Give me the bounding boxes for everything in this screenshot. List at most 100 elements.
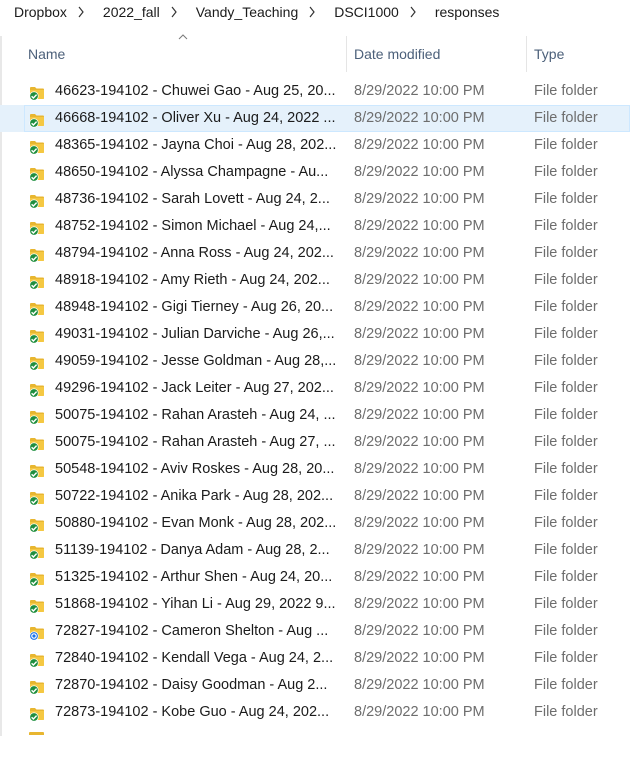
- chevron-right-icon[interactable]: [73, 6, 89, 18]
- file-date-modified: 8/29/2022 10:00 PM: [354, 515, 485, 531]
- file-name[interactable]: 51325-194102 - Arthur Shen - Aug 24, 20.…: [55, 569, 339, 585]
- file-row[interactable]: 48365-194102 - Jayna Choi - Aug 28, 202.…: [0, 132, 630, 159]
- file-type: File folder: [534, 704, 598, 720]
- file-type: File folder: [534, 569, 598, 585]
- file-type: File folder: [534, 83, 598, 99]
- file-date-modified: 8/29/2022 10:00 PM: [354, 353, 485, 369]
- file-name[interactable]: 50075-194102 - Rahan Arasteh - Aug 27, .…: [55, 434, 339, 450]
- folder-icon: [28, 219, 45, 236]
- folder-icon: [28, 273, 45, 290]
- file-row[interactable]: 48752-194102 - Simon Michael - Aug 24,..…: [0, 213, 630, 240]
- file-row[interactable]: 48736-194102 - Sarah Lovett - Aug 24, 2.…: [0, 186, 630, 213]
- file-date-modified: 8/29/2022 10:00 PM: [354, 569, 485, 585]
- file-row[interactable]: 50075-194102 - Rahan Arasteh - Aug 24, .…: [0, 402, 630, 429]
- file-name[interactable]: 48736-194102 - Sarah Lovett - Aug 24, 2.…: [55, 191, 339, 207]
- file-date-modified: 8/29/2022 10:00 PM: [354, 596, 485, 612]
- file-name[interactable]: 49296-194102 - Jack Leiter - Aug 27, 202…: [55, 380, 339, 396]
- file-name[interactable]: 48752-194102 - Simon Michael - Aug 24,..…: [55, 218, 339, 234]
- file-type: File folder: [534, 380, 598, 396]
- file-row[interactable]: 72840-194102 - Kendall Vega - Aug 24, 2.…: [0, 645, 630, 672]
- file-type: File folder: [534, 218, 598, 234]
- file-type: File folder: [534, 488, 598, 504]
- file-name[interactable]: 49031-194102 - Julian Darviche - Aug 26,…: [55, 326, 339, 342]
- file-row[interactable]: 49296-194102 - Jack Leiter - Aug 27, 202…: [0, 375, 630, 402]
- folder-icon: [28, 624, 45, 641]
- file-name[interactable]: 46623-194102 - Chuwei Gao - Aug 25, 20..…: [55, 83, 339, 99]
- file-name[interactable]: 51868-194102 - Yihan Li - Aug 29, 2022 9…: [55, 596, 339, 612]
- file-name[interactable]: 50548-194102 - Aviv Roskes - Aug 28, 20.…: [55, 461, 339, 477]
- file-row[interactable]: 48650-194102 - Alyssa Champagne - Au... 8…: [0, 159, 630, 186]
- folder-icon: [28, 462, 45, 479]
- folder-icon: [28, 138, 45, 155]
- file-type: File folder: [534, 515, 598, 531]
- file-name[interactable]: 51139-194102 - Danya Adam - Aug 28, 2...: [55, 542, 339, 558]
- file-row[interactable]: 50722-194102 - Anika Park - Aug 28, 202.…: [0, 483, 630, 510]
- file-name[interactable]: 50722-194102 - Anika Park - Aug 28, 202.…: [55, 488, 339, 504]
- file-row[interactable]: 51868-194102 - Yihan Li - Aug 29, 2022 9…: [0, 591, 630, 618]
- file-row[interactable]: 46623-194102 - Chuwei Gao - Aug 25, 20..…: [0, 78, 630, 105]
- file-name[interactable]: 48794-194102 - Anna Ross - Aug 24, 202..…: [55, 245, 339, 261]
- file-row[interactable]: 48918-194102 - Amy Rieth - Aug 24, 202..…: [0, 267, 630, 294]
- file-name[interactable]: 72870-194102 - Daisy Goodman - Aug 2...: [55, 677, 339, 693]
- file-type: File folder: [534, 407, 598, 423]
- file-row[interactable]: 51139-194102 - Danya Adam - Aug 28, 2...…: [0, 537, 630, 564]
- file-name[interactable]: 50075-194102 - Rahan Arasteh - Aug 24, .…: [55, 407, 339, 423]
- file-type: File folder: [534, 245, 598, 261]
- file-date-modified: 8/29/2022 10:00 PM: [354, 461, 485, 477]
- file-name[interactable]: 72827-194102 - Cameron Shelton - Aug ...: [55, 623, 339, 639]
- chevron-right-icon[interactable]: [405, 6, 421, 18]
- folder-icon: [28, 516, 45, 533]
- file-row[interactable]: 49031-194102 - Julian Darviche - Aug 26,…: [0, 321, 630, 348]
- file-type: File folder: [534, 299, 598, 315]
- file-row[interactable]: 48948-194102 - Gigi Tierney - Aug 26, 20…: [0, 294, 630, 321]
- breadcrumb-item[interactable]: 2022_fall: [89, 4, 166, 20]
- folder-icon: [28, 705, 45, 722]
- file-type: File folder: [534, 353, 598, 369]
- file-date-modified: 8/29/2022 10:00 PM: [354, 407, 485, 423]
- breadcrumb: Dropbox 2022_fall Vandy_Teaching DSCI100…: [0, 0, 630, 24]
- file-date-modified: 8/29/2022 10:00 PM: [354, 326, 485, 342]
- file-row[interactable]: 50548-194102 - Aviv Roskes - Aug 28, 20.…: [0, 456, 630, 483]
- file-type: File folder: [534, 650, 598, 666]
- file-row[interactable]: 72827-194102 - Cameron Shelton - Aug ...…: [0, 618, 630, 645]
- chevron-right-icon[interactable]: [304, 6, 320, 18]
- file-name[interactable]: 48650-194102 - Alyssa Champagne - Au...: [55, 164, 339, 180]
- file-row[interactable]: 51325-194102 - Arthur Shen - Aug 24, 20.…: [0, 564, 630, 591]
- folder-icon: [28, 192, 45, 209]
- file-name[interactable]: 48948-194102 - Gigi Tierney - Aug 26, 20…: [55, 299, 339, 315]
- column-divider[interactable]: [346, 36, 347, 72]
- column-header-date-modified[interactable]: Date modified: [354, 36, 440, 72]
- breadcrumb-item-current[interactable]: responses: [421, 4, 506, 20]
- folder-icon: [28, 300, 45, 317]
- column-header-type[interactable]: Type: [534, 36, 564, 72]
- file-date-modified: 8/29/2022 10:00 PM: [354, 110, 485, 126]
- file-row[interactable]: 46668-194102 - Oliver Xu - Aug 24, 2022 …: [0, 105, 630, 132]
- breadcrumb-item[interactable]: Dropbox: [0, 4, 73, 20]
- folder-icon: [28, 165, 45, 182]
- file-row[interactable]: 48794-194102 - Anna Ross - Aug 24, 202..…: [0, 240, 630, 267]
- file-date-modified: 8/29/2022 10:00 PM: [354, 434, 485, 450]
- file-type: File folder: [534, 164, 598, 180]
- file-date-modified: 8/29/2022 10:00 PM: [354, 299, 485, 315]
- chevron-right-icon[interactable]: [166, 6, 182, 18]
- column-header-name[interactable]: Name: [28, 36, 65, 72]
- file-row[interactable]: 72873-194102 - Kobe Guo - Aug 24, 202...…: [0, 699, 630, 726]
- file-name[interactable]: 50880-194102 - Evan Monk - Aug 28, 202..…: [55, 515, 339, 531]
- file-name[interactable]: 72840-194102 - Kendall Vega - Aug 24, 2.…: [55, 650, 339, 666]
- file-row[interactable]: 72870-194102 - Daisy Goodman - Aug 2... 8…: [0, 672, 630, 699]
- breadcrumb-item[interactable]: Vandy_Teaching: [182, 4, 304, 20]
- file-row[interactable]: 50880-194102 - Evan Monk - Aug 28, 202..…: [0, 510, 630, 537]
- file-name[interactable]: 48918-194102 - Amy Rieth - Aug 24, 202..…: [55, 272, 339, 288]
- column-divider[interactable]: [526, 36, 527, 72]
- file-type: File folder: [534, 191, 598, 207]
- file-name[interactable]: 49059-194102 - Jesse Goldman - Aug 28,..…: [55, 353, 339, 369]
- breadcrumb-item[interactable]: DSCI1000: [320, 4, 405, 20]
- file-name[interactable]: 48365-194102 - Jayna Choi - Aug 28, 202.…: [55, 137, 339, 153]
- file-date-modified: 8/29/2022 10:00 PM: [354, 704, 485, 720]
- folder-icon: [28, 570, 45, 587]
- file-name[interactable]: 46668-194102 - Oliver Xu - Aug 24, 2022 …: [55, 110, 339, 126]
- sort-ascending-icon: [178, 34, 188, 40]
- file-row[interactable]: 50075-194102 - Rahan Arasteh - Aug 27, .…: [0, 429, 630, 456]
- file-row[interactable]: 49059-194102 - Jesse Goldman - Aug 28,..…: [0, 348, 630, 375]
- file-name[interactable]: 72873-194102 - Kobe Guo - Aug 24, 202...: [55, 704, 339, 720]
